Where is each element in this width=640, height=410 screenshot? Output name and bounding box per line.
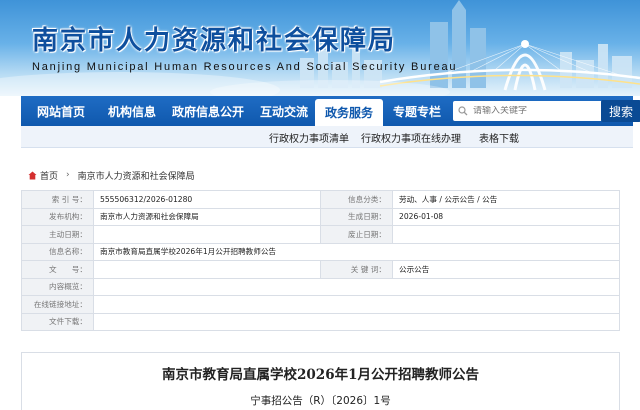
nav-item-label: 互动交流 [259, 104, 308, 119]
value-online-link[interactable] [93, 295, 620, 314]
label-keywords: 关 键 词： [320, 260, 393, 279]
label-active-date: 主动日期： [21, 225, 94, 244]
info-table: 索 引 号： 555506312/2026-01280 信息分类： 劳动、人事 … [21, 190, 620, 331]
value-keywords: 公示公告 [392, 260, 620, 279]
site-title: 南京市人力资源和社会保障局 [32, 26, 397, 56]
nav-item-special[interactable]: 专题专栏 [383, 96, 451, 126]
value-publisher: 南京市人力资源和社会保障局 [93, 207, 321, 226]
sub-nav: 行政权力事项清单 行政权力事项在线办理 表格下载 [21, 126, 633, 148]
table-row: 主动日期： 废止日期： [21, 225, 620, 244]
table-row: 在线链接地址： [21, 295, 620, 314]
value-doc-no [93, 260, 321, 279]
article-doc-number: 宁事招公告（R）〔2026〕1号 [250, 395, 391, 407]
label-info-name: 信息名称： [21, 242, 94, 261]
nav-item-home[interactable]: 网站首页 [21, 96, 101, 126]
label-index-no: 索 引 号： [21, 190, 94, 209]
label-online-link: 在线链接地址： [21, 295, 94, 314]
article-panel: 南京市教育局直属学校2026年1月公开招聘教师公告 宁事招公告（R）〔2026〕… [21, 352, 620, 410]
label-publisher: 发布机构： [21, 207, 94, 226]
subnav-item-online-handling[interactable]: 行政权力事项在线办理 [361, 130, 461, 145]
label-overview: 内容概览： [21, 277, 94, 296]
label-category: 信息分类： [320, 190, 393, 209]
breadcrumb-current[interactable]: 南京市人力资源和社会保障局 [78, 169, 195, 182]
breadcrumb: 首页 › 南京市人力资源和社会保障局 [28, 168, 195, 182]
main-nav: 网站首页 机构信息 政府信息公开 互动交流 政务服务 专题专栏 搜索 [21, 96, 640, 126]
nav-item-label: 机构信息 [107, 104, 156, 119]
table-row: 索 引 号： 555506312/2026-01280 信息分类： 劳动、人事 … [21, 190, 620, 209]
article-title: 南京市教育局直属学校2026年1月公开招聘教师公告 [162, 367, 479, 383]
value-category: 劳动、人事 / 公示公告 / 公告 [392, 190, 620, 209]
value-overview [93, 277, 620, 296]
search-input[interactable] [473, 106, 593, 116]
nav-item-label: 政府信息公开 [171, 104, 244, 119]
search-button[interactable]: 搜索 [601, 100, 640, 122]
nav-item-label: 专题专栏 [392, 104, 441, 119]
subnav-item-power-list[interactable]: 行政权力事项清单 [269, 130, 349, 145]
nav-item-gov-service[interactable]: 政务服务 [315, 99, 383, 126]
table-row: 内容概览： [21, 277, 620, 296]
value-index-no: 555506312/2026-01280 [93, 190, 321, 209]
search-box [453, 101, 603, 121]
label-repeal-date: 废止日期： [320, 225, 393, 244]
table-row: 信息名称： 南京市教育局直属学校2026年1月公开招聘教师公告 [21, 242, 620, 261]
value-info-name: 南京市教育局直属学校2026年1月公开招聘教师公告 [93, 242, 620, 261]
breadcrumb-home-link[interactable]: 首页 [40, 169, 58, 182]
nav-item-gov-info[interactable]: 政府信息公开 [163, 96, 253, 126]
nav-item-interaction[interactable]: 互动交流 [253, 96, 315, 126]
home-icon [28, 171, 37, 180]
label-created-date: 生成日期： [320, 207, 393, 226]
value-active-date [93, 225, 321, 244]
table-row: 发布机构： 南京市人力资源和社会保障局 生成日期： 2026-01-08 [21, 207, 620, 226]
nav-item-label: 网站首页 [36, 104, 85, 119]
nav-item-label: 政务服务 [324, 106, 373, 120]
label-file-download: 文件下载： [21, 312, 94, 331]
site-subtitle: Nanjing Municipal Human Resources And So… [32, 61, 458, 73]
table-row: 文 号： 关 键 词： 公示公告 [21, 260, 620, 279]
label-doc-no: 文 号： [21, 260, 94, 279]
site-banner: 南京市人力资源和社会保障局 Nanjing Municipal Human Re… [0, 0, 640, 96]
table-row: 文件下载： [21, 312, 620, 331]
chevron-right-icon: › [66, 170, 70, 180]
search-icon [453, 106, 473, 116]
value-file-download[interactable] [93, 312, 620, 331]
nav-item-org-info[interactable]: 机构信息 [101, 96, 163, 126]
subnav-item-form-download[interactable]: 表格下载 [479, 130, 519, 145]
value-repeal-date [392, 225, 620, 244]
value-created-date: 2026-01-08 [392, 207, 620, 226]
